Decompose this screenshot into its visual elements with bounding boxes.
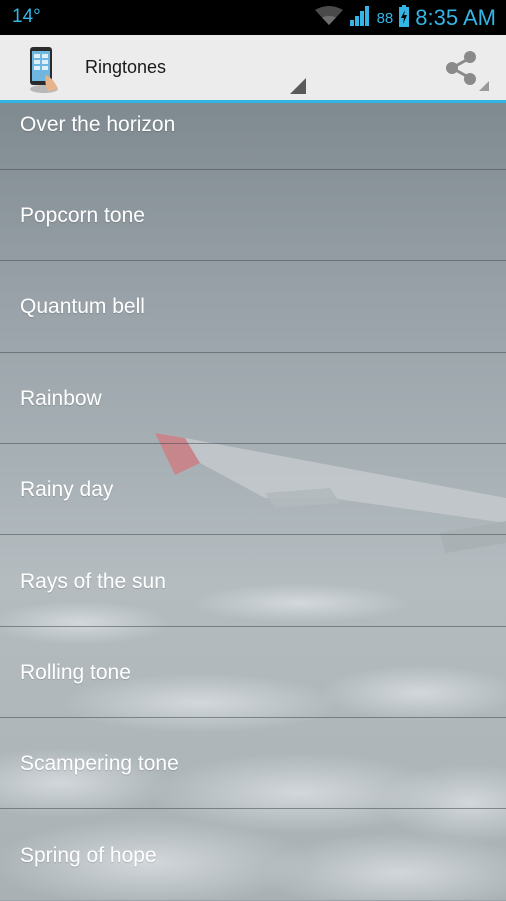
- list-item[interactable]: Popcorn tone: [0, 170, 506, 261]
- status-temperature: 14°: [12, 6, 41, 27]
- list-item[interactable]: Rolling tone: [0, 627, 506, 718]
- list-item[interactable]: Quantum bell: [0, 262, 506, 353]
- list-item[interactable]: Over the horizon: [0, 79, 506, 170]
- list-item[interactable]: Rainy day: [0, 444, 506, 535]
- list-item[interactable]: Scampering tone: [0, 718, 506, 809]
- spinner-label[interactable]: Ringtones: [85, 57, 166, 78]
- ringtone-list: Over the horizon Popcorn tone Quantum be…: [0, 103, 506, 900]
- list-item-label: Over the horizon: [20, 113, 176, 136]
- list-item-label: Quantum bell: [20, 295, 145, 318]
- battery-percent: 88: [376, 9, 394, 27]
- status-time: 8:35 AM: [415, 5, 496, 30]
- status-icons: 88 8:35 AM: [314, 3, 496, 33]
- list-item-label: Spring of hope: [20, 844, 157, 867]
- status-bar: 14° 88 8:35 AM: [0, 0, 506, 35]
- list-item[interactable]: Spring of hope: [0, 810, 506, 901]
- list-item-label: Scampering tone: [20, 752, 179, 775]
- list-item-label: Rainy day: [20, 478, 114, 501]
- list-item[interactable]: Rainbow: [0, 353, 506, 444]
- list-item-label: Rolling tone: [20, 661, 131, 684]
- list-item-label: Rays of the sun: [20, 570, 166, 593]
- list-item[interactable]: Rays of the sun: [0, 536, 506, 627]
- list-item-label: Rainbow: [20, 387, 102, 410]
- signal-icon: [349, 5, 371, 32]
- list-item-label: Popcorn tone: [20, 204, 145, 227]
- battery-charging-icon: [399, 4, 410, 32]
- wifi-icon: [314, 5, 343, 31]
